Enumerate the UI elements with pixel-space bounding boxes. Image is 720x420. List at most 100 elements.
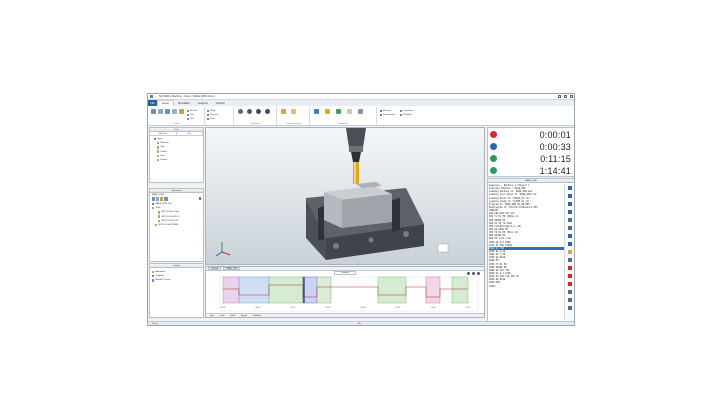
window-title: NC SIMUL Machine - Client : RAKE_DRS Dem… xyxy=(159,95,215,98)
subtab-machine[interactable]: Machine xyxy=(150,132,177,135)
ribbon-small-item[interactable]: Machine xyxy=(187,109,198,112)
reliability-button[interactable] xyxy=(314,109,319,114)
tool-icon xyxy=(155,223,158,227)
collision-icon[interactable] xyxy=(568,282,572,286)
timeline-block xyxy=(222,276,240,304)
timeline-panel: Timeline RAKE_DRS Timeline 00:00 00:10 00:… xyxy=(205,266,485,318)
list-icon[interactable] xyxy=(164,197,168,201)
settings-button[interactable] xyxy=(238,109,243,114)
ribbon-small-item[interactable]: Part xyxy=(187,113,194,116)
nc-line[interactable]: (END) xyxy=(489,285,565,288)
add-icon[interactable] xyxy=(152,197,156,201)
machine-button[interactable] xyxy=(151,109,156,114)
tab-rake-drs[interactable]: RAKE_DRS xyxy=(223,266,241,271)
error-icon[interactable] xyxy=(568,266,572,270)
mirror-button[interactable] xyxy=(347,109,352,114)
vise-bolt xyxy=(333,243,339,249)
workpiece-step xyxy=(356,182,382,188)
tool-icon[interactable] xyxy=(568,250,572,254)
tab-timeline[interactable]: Timeline xyxy=(208,266,222,271)
timer-row: 0:00:01 xyxy=(490,129,574,140)
stock-button[interactable] xyxy=(179,109,184,114)
ribbon-small-item[interactable]: Comparison xyxy=(400,109,414,112)
status-bar: Ready Idle xyxy=(148,321,574,325)
delete-icon[interactable] xyxy=(198,197,201,200)
timer-value: 0:11:15 xyxy=(540,153,571,164)
subtab-part[interactable]: Part xyxy=(177,132,203,135)
ribbon: Machine Part Tool Control Clamp Tool pat… xyxy=(148,106,574,126)
ribbon-small-item[interactable]: Tool path xyxy=(207,113,218,116)
timeline-tick-label: 00:50 xyxy=(395,307,401,309)
ribbon-small-item[interactable]: Tool xyxy=(187,117,194,120)
ribbon-small-item[interactable]: Machine xyxy=(380,109,391,112)
footer-label[interactable]: Speed xyxy=(241,315,247,317)
step-icon[interactable] xyxy=(568,218,572,222)
timeline-footer: Ops Tools Feed Speed Collisions xyxy=(206,313,484,317)
footer-label[interactable]: Ops xyxy=(210,315,214,317)
warning-icon[interactable] xyxy=(568,274,572,278)
view-cube[interactable] xyxy=(437,243,449,253)
timeline-block xyxy=(316,276,332,304)
timer-row: 1:14:41 xyxy=(490,165,574,176)
measurement-button[interactable] xyxy=(325,109,330,114)
ribbon-small-item[interactable]: Stock xyxy=(207,117,215,120)
prev-icon[interactable] xyxy=(568,194,572,198)
settings-icon[interactable] xyxy=(568,306,572,310)
ribbon-small-item[interactable]: Clamp xyxy=(207,109,216,112)
footer-label[interactable]: Collisions xyxy=(253,315,262,317)
vise-jaw xyxy=(318,206,324,240)
tree-item[interactable]: Fixture xyxy=(154,158,203,162)
reset-button[interactable] xyxy=(247,109,252,114)
ribbon-group-control: Machine Part Tool Control xyxy=(149,107,205,125)
breakpoint-icon[interactable] xyxy=(568,226,572,230)
3d-viewport[interactable] xyxy=(205,127,485,265)
print-icon[interactable] xyxy=(568,298,572,302)
file-item[interactable]: 3DTOOL00.4 TBSM xyxy=(152,223,203,227)
part-button[interactable] xyxy=(158,109,163,114)
clamp-button[interactable] xyxy=(165,109,170,114)
bookmark-icon[interactable] xyxy=(568,258,572,262)
tool-change-icon[interactable] xyxy=(490,143,497,150)
timeline-block xyxy=(451,276,469,304)
optimization-button[interactable] xyxy=(291,109,296,114)
tool-button[interactable] xyxy=(172,109,177,114)
tree-panel: Tree Machine Part Base Machine Tool Clam… xyxy=(149,127,204,183)
open-icon[interactable] xyxy=(156,197,160,201)
axis-x xyxy=(221,251,231,256)
first-line-icon[interactable] xyxy=(568,186,572,190)
vise-bolt xyxy=(403,231,409,237)
program-icon xyxy=(152,202,155,206)
program-button[interactable] xyxy=(281,109,286,114)
workpiece-front xyxy=(342,194,392,228)
output-item[interactable]: NanoNC Demo xyxy=(152,278,201,282)
minimize-icon[interactable] xyxy=(558,95,561,98)
ribbon-group-advanced: Advanced xyxy=(311,107,377,125)
maximize-icon[interactable] xyxy=(564,95,567,98)
axis-z xyxy=(215,251,223,257)
comparison-button[interactable] xyxy=(336,109,341,114)
search-icon[interactable] xyxy=(568,242,572,246)
close-icon[interactable] xyxy=(570,95,573,98)
timeline-block xyxy=(268,276,304,304)
nc-code-list[interactable]: Sequence : Machine 1 Channel 1 Complete M… xyxy=(489,184,565,320)
play-icon[interactable] xyxy=(490,155,497,162)
last-line-icon[interactable] xyxy=(568,210,572,214)
continuous-simulation-button[interactable] xyxy=(256,109,261,114)
ribbon-small-item[interactable]: Measurement xyxy=(380,113,395,116)
ribbon-small-item[interactable]: Reliability xyxy=(400,113,412,116)
footer-label[interactable]: Tools xyxy=(220,315,225,317)
tool-icon[interactable] xyxy=(160,197,164,201)
footer-label[interactable]: Feed xyxy=(230,315,235,317)
step-button[interactable] xyxy=(265,109,270,114)
run-icon[interactable] xyxy=(568,234,572,238)
analysis-button[interactable] xyxy=(358,109,363,114)
total-time-icon[interactable] xyxy=(490,167,497,174)
next-icon[interactable] xyxy=(568,202,572,206)
ribbon-group-view: Machine Measurement Comparison Reliabili… xyxy=(378,107,422,125)
stop-icon[interactable] xyxy=(490,131,497,138)
clamp-icon xyxy=(157,150,160,153)
nc-panel-title: RAKE_DRS xyxy=(488,179,574,183)
folder-icon xyxy=(152,207,155,210)
timeline-tick-label: 00:10 xyxy=(255,307,261,309)
filter-icon[interactable] xyxy=(568,290,572,294)
